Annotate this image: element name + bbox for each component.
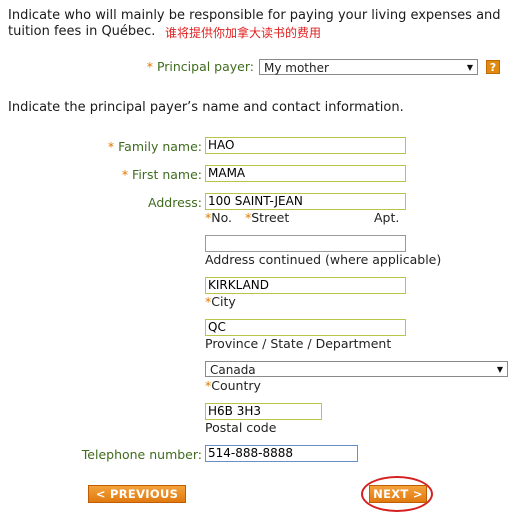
address-sublabel-no: *No. [205,210,233,225]
city-sublabel: *City [205,294,236,309]
principal-payer-value: My mother [264,61,329,75]
required-mark: * [146,59,153,74]
postal-code-field[interactable]: H6B 3H3 [205,403,322,420]
first-name-label: * First name: [121,167,202,182]
first-name-field[interactable]: MAMA [205,165,406,182]
required-mark: * [107,139,115,154]
country-sublabel: *Country [205,378,261,393]
principal-payer-select[interactable]: My mother ▼ [259,59,478,75]
address-continued-sublabel: Address continued (where applicable) [205,252,442,267]
next-button[interactable]: NEXT > [369,485,427,503]
country-select[interactable]: Canada ▼ [205,361,508,377]
family-name-label: * Family name: [107,139,202,154]
telephone-label: Telephone number: [81,447,202,462]
principal-payer-label: * Principal payer: [146,59,254,74]
family-name-field[interactable]: HAO [205,137,406,154]
section-text: Indicate the principal payer’s name and … [8,100,404,115]
chevron-down-icon: ▼ [496,365,503,374]
chevron-down-icon: ▼ [466,63,473,72]
country-value: Canada [210,363,256,377]
province-field[interactable]: QC [205,319,406,336]
required-mark: * [121,167,129,182]
address-continued-field[interactable] [205,235,406,252]
previous-button[interactable]: < PREVIOUS [88,485,186,503]
address-sublabel-apt: Apt. [374,210,400,225]
city-field[interactable]: KIRKLAND [205,277,406,294]
address-field[interactable]: 100 SAINT-JEAN [205,193,406,210]
chinese-annotation: 谁将提供你加拿大读书的费用 [165,26,322,40]
help-icon[interactable]: ? [486,60,500,74]
postal-code-sublabel: Postal code [205,420,277,435]
province-sublabel: Province / State / Department [205,336,392,351]
telephone-field[interactable]: 514-888-8888 [205,445,358,462]
address-label: Address: [148,195,202,210]
address-sublabel-street: *Street [245,210,290,225]
